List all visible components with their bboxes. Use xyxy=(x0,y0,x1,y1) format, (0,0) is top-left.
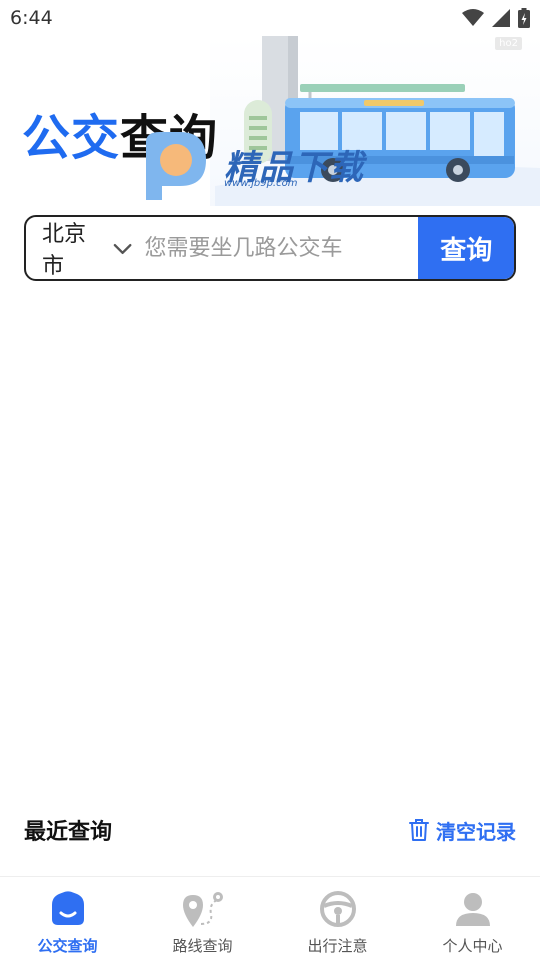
trash-icon xyxy=(409,819,429,841)
nav-item-travel-notes[interactable]: 出行注意 xyxy=(270,877,405,960)
user-icon xyxy=(455,893,490,926)
status-time: 6:44 xyxy=(10,7,53,29)
battery-icon xyxy=(518,8,530,28)
watermark-url: www.jb9p.com xyxy=(224,178,298,189)
nav-item-route-query[interactable]: 路线查询 xyxy=(135,877,270,960)
nav-item-profile[interactable]: 个人中心 xyxy=(405,877,540,960)
search-bar: 北京市 查询 xyxy=(24,215,516,281)
nav-label: 公交查询 xyxy=(37,937,98,955)
page-title-accent: 公交 xyxy=(22,110,121,166)
nav-label: 出行注意 xyxy=(307,937,368,955)
watermark: 精品下载 www.jb9p.com xyxy=(140,128,380,208)
signal-icon xyxy=(492,9,510,27)
search-input[interactable] xyxy=(132,217,419,279)
status-icons xyxy=(462,8,530,28)
steering-wheel-icon xyxy=(319,891,356,927)
clear-history-label: 清空记录 xyxy=(436,819,516,844)
clear-history-button[interactable]: 清空记录 xyxy=(408,816,516,845)
nav-item-bus-query[interactable]: 公交查询 xyxy=(0,877,135,960)
watermark-logo-icon xyxy=(146,132,206,200)
wifi-icon xyxy=(462,9,484,26)
bottom-nav: 公交查询 路线查询 出行注意 个人中心 xyxy=(0,876,540,960)
nav-label: 个人中心 xyxy=(442,937,503,955)
status-bar: 6:44 xyxy=(0,0,540,36)
recent-title: 最近查询 xyxy=(24,820,113,845)
bus-home-icon xyxy=(51,891,84,925)
search-button[interactable]: 查询 xyxy=(418,217,514,279)
nav-label: 路线查询 xyxy=(172,937,233,955)
chevron-down-icon xyxy=(114,243,132,255)
city-label: 北京市 xyxy=(42,222,87,279)
recent-header: 最近查询 清空记录 xyxy=(24,810,516,850)
city-selector[interactable]: 北京市 xyxy=(26,217,132,279)
route-pin-icon xyxy=(182,892,223,927)
